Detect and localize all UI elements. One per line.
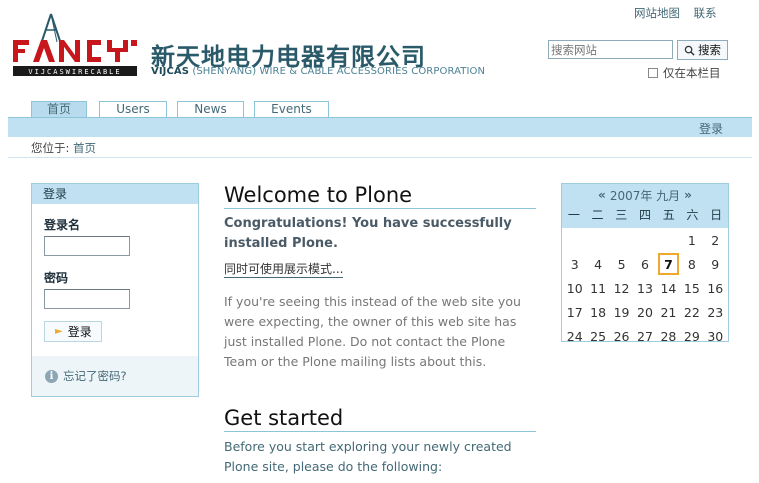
search-section-checkbox[interactable] (648, 68, 658, 78)
breadcrumb: 您位于: 首页 (31, 140, 96, 156)
forgot-password-link[interactable]: i 忘记了密码? (32, 356, 198, 396)
calendar-day[interactable]: 21 (657, 300, 680, 324)
calendar-day[interactable]: 20 (633, 300, 656, 324)
calendar-day[interactable]: 9 (704, 252, 727, 276)
weekday-label: 六 (686, 208, 699, 222)
company-name-en-bold: VIJCAS (151, 66, 190, 77)
calendar-prev-button[interactable]: « (598, 188, 606, 202)
title-divider (224, 208, 536, 209)
login-portlet-title: 登录 (32, 184, 198, 204)
breadcrumb-prefix: 您位于: (31, 141, 70, 155)
login-link[interactable]: 登录 (699, 120, 723, 137)
calendar-day[interactable]: 28 (657, 324, 680, 348)
tab-bar (8, 117, 752, 137)
weekday-label: 一 (567, 208, 580, 222)
weekday-label: 二 (591, 208, 604, 222)
search-section-option[interactable]: 仅在本栏目 (648, 65, 721, 81)
calendar-empty-cell (586, 228, 609, 252)
password-label: 密码 (44, 271, 69, 285)
calendar-day[interactable]: 5 (610, 252, 633, 276)
calendar-empty-cell (563, 228, 586, 252)
calendar-portlet: « 2007年 九月 » 一 二 三 四 五 六 日 1 2 3 4 5 6 7 8 9 10 11… (561, 183, 729, 344)
calendar-day[interactable]: 26 (610, 324, 633, 348)
weekday-label: 五 (662, 208, 675, 222)
weekday-label: 日 (710, 208, 723, 222)
calendar-day[interactable]: 24 (563, 324, 586, 348)
calendar-day[interactable]: 13 (633, 276, 656, 300)
site-logo[interactable]: VIJCASWIRECABLE (11, 12, 141, 78)
weekday-label: 三 (615, 208, 628, 222)
calendar-day[interactable]: 18 (586, 300, 609, 324)
contact-link[interactable]: 联系 (694, 6, 717, 20)
arrow-icon: ► (55, 326, 63, 337)
search-input[interactable] (548, 40, 673, 59)
calendar-day-today[interactable]: 7 (657, 253, 680, 275)
calendar-day[interactable]: 25 (586, 324, 609, 348)
company-name-en: VIJCAS (SHENYANG) WIRE & CABLE ACCESSORI… (151, 66, 485, 77)
calendar-grid: 1 2 3 4 5 6 7 8 9 10 11 12 13 14 15 16 17 18 19 20 21 22 23 24 2… (562, 228, 728, 348)
before-paragraph: Before you start exploring your newly cr… (224, 439, 512, 474)
site-actions: 网站地图 联系 (634, 5, 727, 21)
username-field[interactable] (44, 236, 130, 256)
calendar-day[interactable]: 30 (704, 324, 727, 348)
info-icon: i (45, 369, 58, 383)
weekday-label: 四 (638, 208, 651, 222)
search-section-label: 仅在本栏目 (663, 66, 721, 80)
calendar-day[interactable]: 15 (680, 276, 703, 300)
tab-news[interactable]: News (177, 101, 244, 118)
presentation-mode-link[interactable]: 同时可使用展示模式... (224, 261, 344, 278)
calendar-day[interactable]: 12 (610, 276, 633, 300)
calendar-empty-cell (657, 228, 680, 252)
congrats-text: Congratulations! You have successfully i… (224, 216, 512, 251)
get-started-heading: Get started (224, 406, 344, 430)
logo-strip-text: VIJCASWIRECABLE (28, 68, 121, 76)
calendar-day[interactable]: 16 (704, 276, 727, 300)
breadcrumb-divider (8, 157, 752, 158)
tab-users[interactable]: Users (99, 101, 167, 118)
calendar-day[interactable]: 2 (704, 228, 727, 252)
calendar-day[interactable]: 22 (680, 300, 703, 324)
calendar-day[interactable]: 23 (704, 300, 727, 324)
search-button-label: 搜索 (698, 43, 721, 57)
username-label: 登录名 (44, 218, 81, 232)
calendar-day[interactable]: 11 (586, 276, 609, 300)
intro-paragraph: If you're seeing this instead of the web… (224, 294, 521, 369)
logo-graphic: VIJCASWIRECABLE (13, 13, 137, 76)
login-portlet: 登录 登录名 密码 ► 登录 i 忘记了密码? (31, 183, 199, 397)
password-field[interactable] (44, 289, 130, 309)
page-title: Welcome to Plone (224, 183, 413, 207)
calendar-day[interactable]: 17 (563, 300, 586, 324)
breadcrumb-home[interactable]: 首页 (73, 141, 96, 155)
calendar-day[interactable]: 10 (563, 276, 586, 300)
calendar-empty-cell (633, 228, 656, 252)
login-submit-button[interactable]: ► 登录 (44, 321, 102, 342)
calendar-day[interactable]: 1 (680, 228, 703, 252)
calendar-day[interactable]: 29 (680, 324, 703, 348)
calendar-day[interactable]: 14 (657, 276, 680, 300)
calendar-day[interactable]: 6 (633, 252, 656, 276)
calendar-day[interactable]: 4 (586, 252, 609, 276)
search-button[interactable]: 搜索 (677, 40, 728, 60)
company-name-en-rest: (SHENYANG) WIRE & CABLE ACCESSORIES CORP… (189, 66, 486, 77)
get-started-divider (224, 431, 536, 432)
calendar-day[interactable]: 3 (563, 252, 586, 276)
calendar-empty-cell (610, 228, 633, 252)
calendar-day[interactable]: 27 (633, 324, 656, 348)
calendar-header: « 2007年 九月 » (562, 184, 728, 206)
search-icon (684, 45, 695, 56)
calendar-month-label: 2007年 九月 (609, 188, 681, 203)
login-submit-label: 登录 (67, 325, 92, 339)
calendar-day[interactable]: 19 (610, 300, 633, 324)
forgot-password-label: 忘记了密码? (63, 369, 127, 383)
tab-events[interactable]: Events (254, 101, 329, 118)
calendar-next-button[interactable]: » (684, 188, 692, 202)
calendar-weekdays: 一 二 三 四 五 六 日 (562, 206, 728, 228)
sitemap-link[interactable]: 网站地图 (634, 6, 680, 20)
tab-home[interactable]: 首页 (31, 101, 87, 118)
calendar-day[interactable]: 8 (680, 252, 703, 276)
